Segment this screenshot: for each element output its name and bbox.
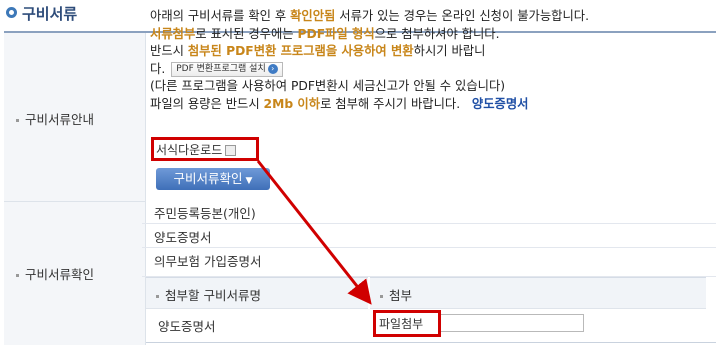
annotation-arrow	[256, 160, 372, 305]
